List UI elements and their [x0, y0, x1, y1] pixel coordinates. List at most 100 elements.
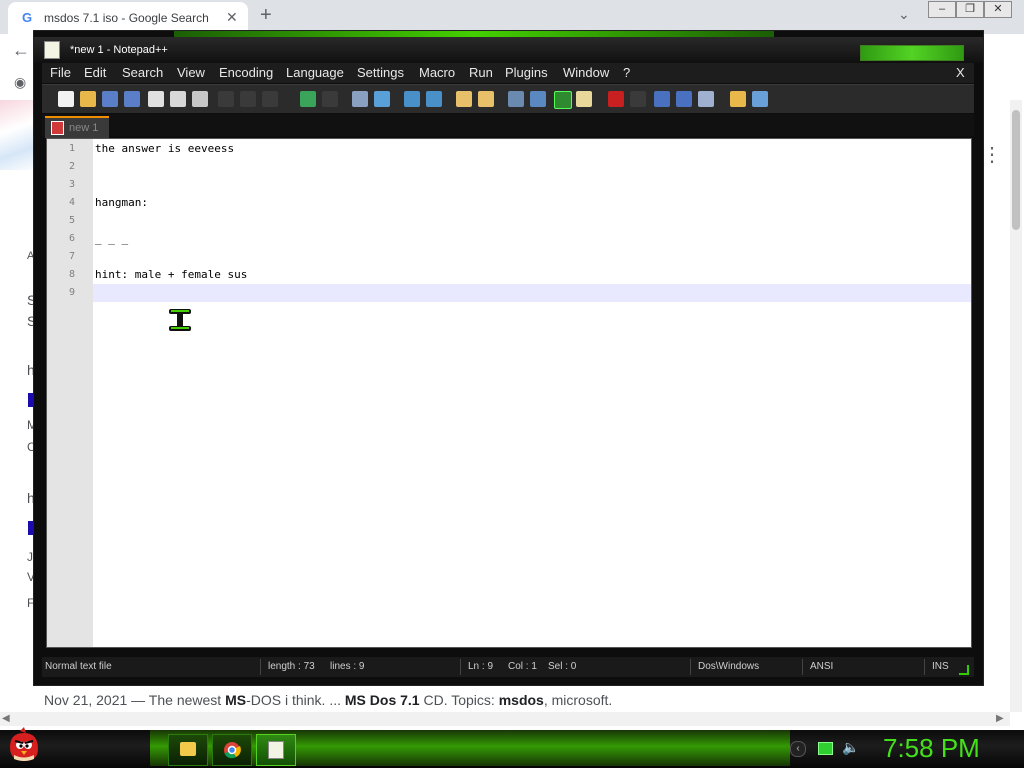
close-file-icon[interactable] — [148, 91, 164, 107]
show-all-chars-icon[interactable] — [530, 91, 546, 107]
notepadpp-window: *new 1 - Notepad++ File Edit Search View… — [33, 30, 984, 686]
notepad-icon — [268, 741, 284, 759]
sync-vertical-icon[interactable] — [456, 91, 472, 107]
save-all-icon[interactable] — [124, 91, 140, 107]
chrome-tab-close-icon[interactable]: ✕ — [226, 9, 238, 26]
chevron-icon[interactable]: ‹ — [790, 741, 806, 757]
caption-buttons[interactable] — [860, 45, 964, 61]
status-col: Col : 1 — [508, 661, 537, 672]
find-icon[interactable] — [352, 91, 368, 107]
file-tab-bar: new 1 — [42, 114, 974, 138]
npp-close-button[interactable]: X — [956, 65, 965, 80]
code-line[interactable]: hint: male + female sus — [95, 268, 247, 281]
chrome-tab-title: msdos 7.1 iso - Google Search — [44, 11, 209, 25]
text-editor[interactable]: 1 2 3 4 5 6 7 8 9 the answer is eeveess … — [46, 138, 972, 648]
run-macro-multiple-icon[interactable] — [676, 91, 692, 107]
notepad-app-icon — [44, 41, 60, 59]
menu-macro[interactable]: Macro — [419, 65, 455, 80]
cut-icon[interactable] — [218, 91, 234, 107]
code-line[interactable]: the answer is eeveess — [95, 142, 234, 155]
redo-icon[interactable] — [322, 91, 338, 107]
spell-check-icon[interactable] — [752, 91, 768, 107]
restore-button[interactable]: ❐ — [956, 1, 984, 18]
status-insert-mode: INS — [932, 661, 949, 672]
status-separator — [802, 659, 803, 675]
scroll-left-icon[interactable]: ◀ — [2, 713, 10, 724]
globe-icon: ◉ — [14, 74, 27, 90]
status-separator — [924, 659, 925, 675]
new-file-icon[interactable] — [58, 91, 74, 107]
status-separator — [460, 659, 461, 675]
code-line[interactable]: hangman: — [95, 196, 148, 209]
menu-language[interactable]: Language — [286, 65, 344, 80]
save-icon[interactable] — [102, 91, 118, 107]
google-icon: G — [22, 10, 33, 25]
status-ln: Ln : 9 — [468, 661, 494, 672]
zoom-out-icon[interactable] — [426, 91, 442, 107]
status-eol[interactable]: Dos\Windows — [698, 661, 759, 672]
menu-encoding[interactable]: Encoding — [219, 65, 273, 80]
network-icon[interactable] — [818, 742, 833, 755]
line-number: 1 — [68, 143, 75, 154]
folder-icon — [180, 742, 196, 756]
angry-bird-start-icon[interactable] — [6, 727, 42, 765]
window-title: *new 1 - Notepad++ — [70, 44, 168, 56]
taskbar-chrome[interactable] — [212, 734, 252, 766]
taskbar-explorer[interactable] — [168, 734, 208, 766]
chrome-tab-bar: G msdos 7.1 iso - Google Search ✕ + ⌄ – … — [0, 0, 1024, 34]
open-file-icon[interactable] — [80, 91, 96, 107]
window-close-button[interactable]: ✕ — [984, 1, 1012, 18]
menu-plugins[interactable]: Plugins — [505, 65, 548, 80]
menu-settings[interactable]: Settings — [357, 65, 404, 80]
paste-icon[interactable] — [262, 91, 278, 107]
new-tab-button[interactable]: + — [260, 4, 272, 27]
line-number: 2 — [68, 161, 75, 172]
status-sel: Sel : 0 — [548, 661, 577, 672]
tab-label: new 1 — [69, 122, 99, 134]
menu-help[interactable]: ? — [623, 65, 630, 80]
search-result-snippet: Nov 21, 2021 — The newest MS-DOS i think… — [44, 692, 613, 708]
save-macro-icon[interactable] — [698, 91, 714, 107]
sync-horizontal-icon[interactable] — [478, 91, 494, 107]
zoom-in-icon[interactable] — [404, 91, 420, 107]
copy-icon[interactable] — [240, 91, 256, 107]
status-encoding[interactable]: ANSI — [810, 661, 833, 672]
play-macro-icon[interactable] — [654, 91, 670, 107]
tab-new-1[interactable]: new 1 — [45, 116, 109, 138]
close-all-icon[interactable] — [170, 91, 186, 107]
stop-macro-icon[interactable] — [630, 91, 646, 107]
record-macro-icon[interactable] — [608, 91, 624, 107]
resize-grip[interactable] — [959, 665, 969, 675]
code-line[interactable]: _ _ _ — [95, 232, 128, 245]
minimize-button[interactable]: – — [928, 1, 956, 18]
menu-edit[interactable]: Edit — [84, 65, 106, 80]
print-icon[interactable] — [192, 91, 208, 107]
toolbar — [42, 84, 974, 113]
taskbar-clock[interactable]: 7:58 PM — [883, 733, 980, 764]
speaker-icon[interactable]: 🔈 — [842, 739, 859, 756]
menu-search[interactable]: Search — [122, 65, 163, 80]
word-wrap-icon[interactable] — [508, 91, 524, 107]
status-bar: Normal text file length : 73 lines : 9 L… — [42, 657, 974, 677]
taskbar-notepadpp[interactable] — [256, 734, 296, 766]
more-options-icon[interactable]: ⋮ — [982, 142, 1002, 167]
doc-map-icon[interactable] — [576, 91, 592, 107]
menu-window[interactable]: Window — [563, 65, 609, 80]
back-arrow-icon[interactable]: ← — [12, 40, 30, 61]
menu-file[interactable]: File — [50, 65, 71, 80]
replace-icon[interactable] — [374, 91, 390, 107]
scrollbar-thumb[interactable] — [1012, 110, 1020, 230]
horizontal-scrollbar[interactable] — [0, 712, 1010, 726]
tab-search-chevron-icon[interactable]: ⌄ — [898, 6, 910, 23]
unsaved-file-icon — [51, 121, 64, 135]
scroll-right-icon[interactable]: ▶ — [996, 713, 1004, 724]
indent-guide-icon[interactable] — [554, 91, 572, 109]
npp-title-bar[interactable]: *new 1 - Notepad++ — [34, 37, 983, 63]
line-number: 4 — [68, 197, 75, 208]
ibeam-cursor-icon — [169, 309, 191, 331]
menu-run[interactable]: Run — [469, 65, 493, 80]
undo-icon[interactable] — [300, 91, 316, 107]
menu-view[interactable]: View — [177, 65, 205, 80]
menu-bar: File Edit Search View Encoding Language … — [42, 63, 974, 83]
folder-workspace-icon[interactable] — [730, 91, 746, 107]
